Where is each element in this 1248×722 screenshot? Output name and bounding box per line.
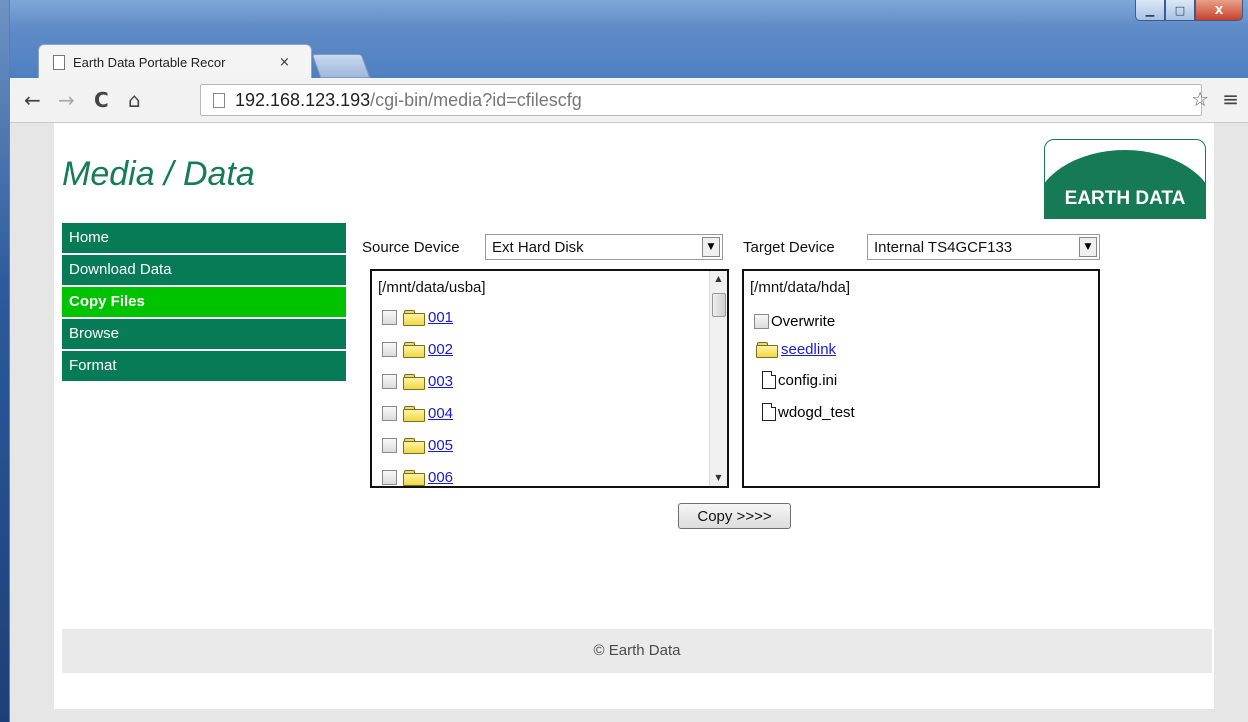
folder-link[interactable]: seedlink <box>781 341 836 358</box>
source-path: [/mnt/data/usba] <box>378 279 486 296</box>
browser-toolbar: ← → C ⌂ 192.168.123.193/cgi-bin/media?id… <box>10 78 1248 123</box>
minimize-button[interactable]: ▁ <box>1135 0 1165 21</box>
scroll-down-icon[interactable]: ▼ <box>710 470 727 486</box>
source-device-select[interactable]: Ext Hard Disk ▼ <box>485 234 723 260</box>
target-path: [/mnt/data/hda] <box>750 279 851 296</box>
list-item: 005 <box>382 437 453 454</box>
file-name: wdogd_test <box>778 403 855 421</box>
browser-tab[interactable]: Earth Data Portable Recor × <box>38 44 312 79</box>
close-window-button[interactable]: X <box>1195 0 1243 21</box>
url-path: /cgi-bin/media?id=cfilescfg <box>370 89 582 110</box>
new-tab-button[interactable] <box>311 54 371 78</box>
folder-checkbox[interactable] <box>382 406 397 421</box>
folder-link[interactable]: 004 <box>428 405 453 422</box>
target-file-list: [/mnt/data/hda] Overwrite seedlink confi… <box>742 269 1100 488</box>
folder-icon <box>403 438 425 454</box>
page-icon <box>53 54 65 70</box>
window-controls: ▁ □ X <box>1135 0 1243 21</box>
folder-icon <box>403 470 425 486</box>
overwrite-label: Overwrite <box>771 313 836 330</box>
sidebar-item-download-data[interactable]: Download Data <box>62 255 346 287</box>
home-icon[interactable]: ⌂ <box>128 88 141 112</box>
list-item: seedlink <box>756 341 836 358</box>
scroll-up-icon[interactable]: ▲ <box>710 271 727 287</box>
footer: © Earth Data <box>62 629 1212 673</box>
chevron-down-icon[interactable]: ▼ <box>1079 237 1097 257</box>
page-title: Media / Data <box>62 155 255 193</box>
menu-icon[interactable]: ≡ <box>1222 87 1239 111</box>
tab-close-icon[interactable]: × <box>279 55 290 70</box>
folder-link[interactable]: 001 <box>428 309 453 326</box>
earth-data-logo: EARTH DATA <box>1044 139 1206 219</box>
folder-icon <box>403 310 425 326</box>
folder-checkbox[interactable] <box>382 374 397 389</box>
desktop-background <box>0 0 9 722</box>
sidebar-item-browse[interactable]: Browse <box>62 319 346 351</box>
forward-arrow-icon[interactable]: → <box>58 88 75 112</box>
copy-button[interactable]: Copy >>>> <box>678 503 791 529</box>
sidebar-item-format[interactable]: Format <box>62 351 346 383</box>
folder-checkbox[interactable] <box>382 342 397 357</box>
maximize-button[interactable]: □ <box>1165 0 1195 21</box>
logo-text: EARTH DATA <box>1064 188 1186 209</box>
list-item: wdogd_test <box>762 403 855 421</box>
target-device-select[interactable]: Internal TS4GCF133 ▼ <box>867 234 1100 260</box>
page-icon <box>213 92 225 108</box>
page-viewport: Media / Data EARTH DATA Home Download Da… <box>10 123 1248 722</box>
file-icon <box>762 371 776 389</box>
source-device-label: Source Device <box>362 239 460 256</box>
title-bar: ▁ □ X Earth Data Portable Recor × <box>10 0 1248 80</box>
folder-link[interactable]: 005 <box>428 437 453 454</box>
scroll-thumb[interactable] <box>712 293 726 317</box>
chevron-down-icon[interactable]: ▼ <box>702 237 720 257</box>
folder-icon <box>756 342 778 358</box>
sidebar-nav: Home Download Data Copy Files Browse For… <box>62 223 346 383</box>
reload-icon[interactable]: C <box>94 88 109 112</box>
back-arrow-icon[interactable]: ← <box>24 88 41 112</box>
folder-icon <box>403 374 425 390</box>
target-device-value: Internal TS4GCF133 <box>874 238 1013 256</box>
sidebar-item-copy-files[interactable]: Copy Files <box>62 287 346 319</box>
list-item: 004 <box>382 405 453 422</box>
list-item: 001 <box>382 309 453 326</box>
folder-icon <box>403 342 425 358</box>
minimize-icon: ▁ <box>1145 3 1155 17</box>
folder-checkbox[interactable] <box>382 470 397 485</box>
maximize-icon: □ <box>1174 3 1186 17</box>
tab-title: Earth Data Portable Recor <box>73 54 226 70</box>
target-device-label: Target Device <box>743 239 835 256</box>
address-bar[interactable]: 192.168.123.193/cgi-bin/media?id=cfilesc… <box>200 84 1202 116</box>
close-icon: X <box>1214 3 1224 17</box>
source-device-value: Ext Hard Disk <box>492 238 584 256</box>
list-item: 003 <box>382 373 453 390</box>
bookmark-star-icon[interactable]: ☆ <box>1191 87 1209 111</box>
browser-window: ▁ □ X Earth Data Portable Recor × ← → C … <box>9 0 1248 722</box>
folder-link[interactable]: 003 <box>428 373 453 390</box>
folder-checkbox[interactable] <box>382 310 397 325</box>
file-icon <box>762 403 776 421</box>
overwrite-checkbox[interactable] <box>754 314 769 329</box>
url-host: 192.168.123.193 <box>235 89 371 110</box>
list-item: 002 <box>382 341 453 358</box>
overwrite-option: Overwrite <box>754 313 835 330</box>
folder-link[interactable]: 006 <box>428 469 453 486</box>
folder-checkbox[interactable] <box>382 438 397 453</box>
folder-link[interactable]: 002 <box>428 341 453 358</box>
file-name: config.ini <box>778 371 838 389</box>
page-content: Media / Data EARTH DATA Home Download Da… <box>54 123 1214 709</box>
folder-icon <box>403 406 425 422</box>
scrollbar[interactable]: ▲ ▼ <box>709 271 727 486</box>
source-file-list: [/mnt/data/usba] 001 002 003 004 005 006 <box>370 269 729 488</box>
sidebar-item-home[interactable]: Home <box>62 223 346 255</box>
list-item: config.ini <box>762 371 837 389</box>
list-item: 006 <box>382 469 453 486</box>
